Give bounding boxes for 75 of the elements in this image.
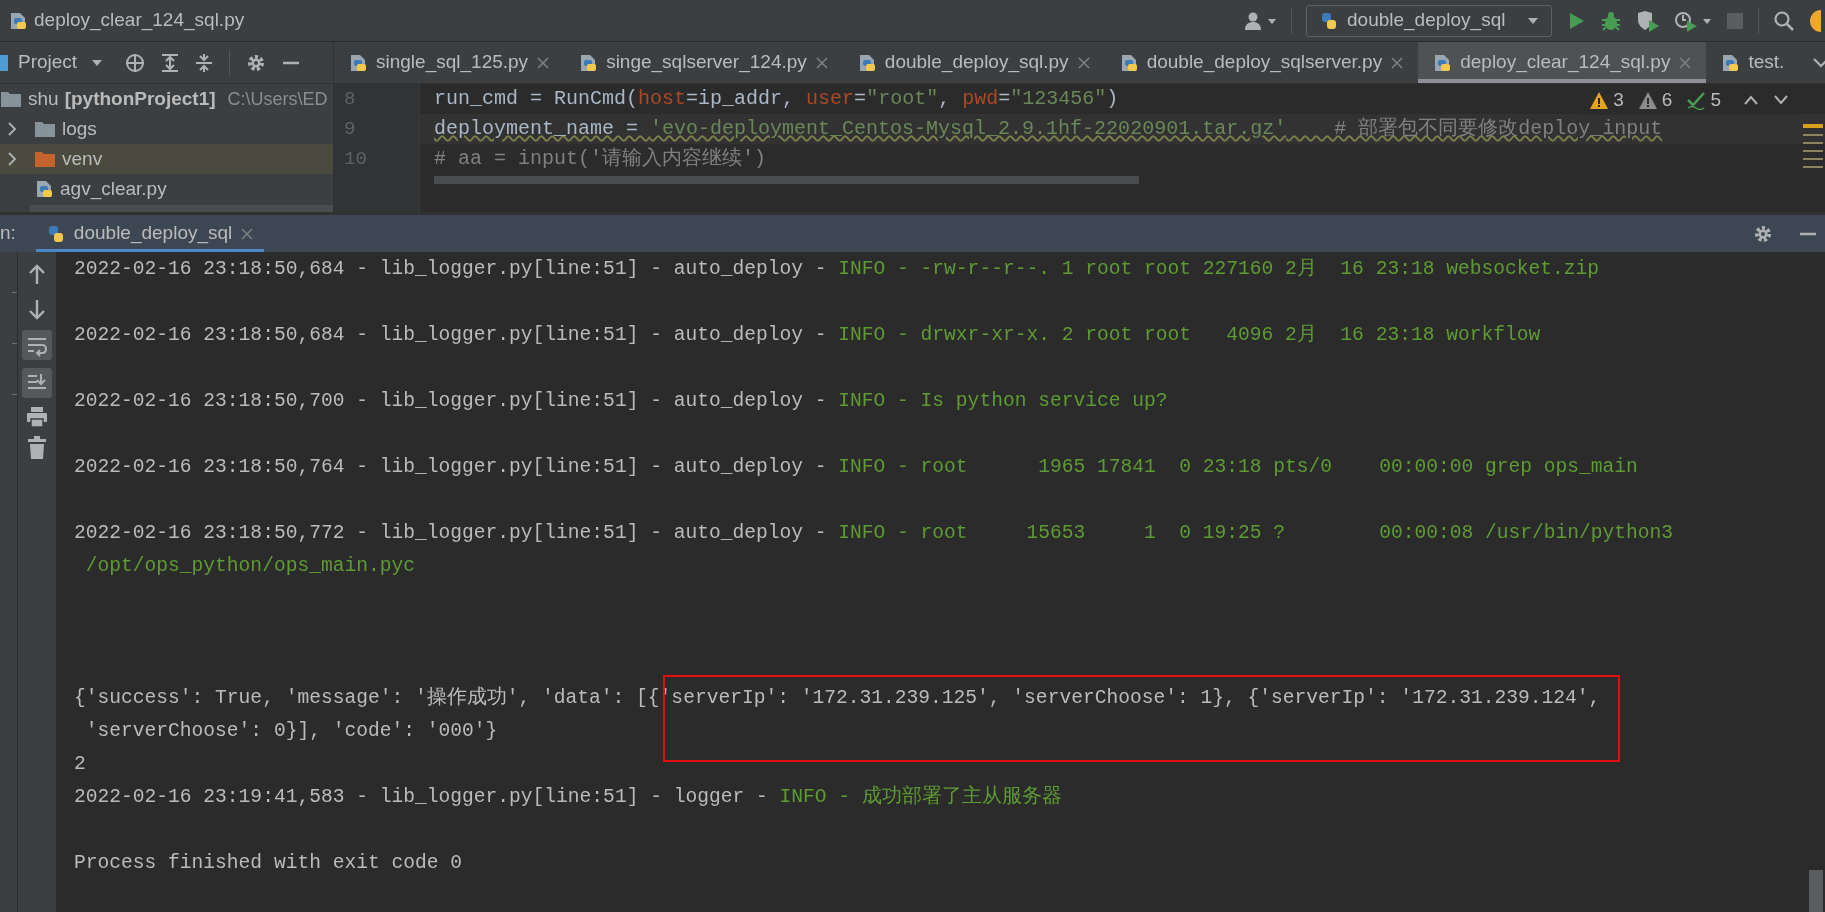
update-icon[interactable] <box>1809 8 1821 33</box>
user-icon <box>1244 10 1264 31</box>
collapse-all-icon[interactable] <box>195 52 214 73</box>
output-line: 2022-02-16 23:18:50,700 - lib_logger.py[line:51] - auto_deploy - INFO - Is python service up? <box>74 389 1168 414</box>
editor-tab[interactable]: double_deploy_sql.py <box>842 42 1105 83</box>
output-line: 2022-02-16 23:18:50,684 - lib_logger.py[line:51] - auto_deploy - INFO - -rw-r--r--. 1 root root 227160 2月 16 23:18 websocket.zip <box>74 257 1600 282</box>
typo-count: 5 <box>1710 88 1721 112</box>
editor-tab[interactable]: deploy_clear_124_sql.py <box>1418 42 1707 83</box>
python-file-icon <box>34 179 54 199</box>
output-line: Process finished with exit code 0 <box>74 851 463 876</box>
folder-icon <box>34 150 56 168</box>
editor-tab[interactable]: singe_sqlserver_124.py <box>564 42 843 83</box>
output-line: 'serverChoose': 0}], 'code': '000'} <box>84 719 498 744</box>
python-file-icon <box>8 10 28 31</box>
python-file-icon <box>348 52 368 73</box>
panel-title: n: <box>0 221 17 246</box>
output-line: 2 <box>74 752 86 777</box>
bug-icon[interactable] <box>1600 9 1622 32</box>
chevron-right-icon[interactable] <box>6 122 18 136</box>
chevron-right-icon[interactable] <box>6 152 18 166</box>
warning-icon <box>1637 90 1658 110</box>
run-tab[interactable]: double_deploy_sql <box>35 215 265 252</box>
python-icon <box>1319 10 1339 31</box>
close-icon[interactable] <box>1390 55 1405 70</box>
python-file-icon <box>578 52 599 73</box>
chevron-up-icon[interactable] <box>1743 94 1759 107</box>
printer-icon[interactable] <box>26 406 48 428</box>
tree-item[interactable]: logs <box>0 114 333 144</box>
code-line: # aa = input('请输入内容继续') <box>433 146 767 172</box>
output-line: 2022-02-16 23:18:50,772 - lib_logger.py[line:51] - auto_deploy - INFO - root 15653 1 0 19:25 ? 00:00:08 /usr/bin/python3 <box>74 521 1674 546</box>
python-file-icon <box>1720 52 1741 73</box>
profiler-button[interactable] <box>1674 9 1712 32</box>
horizontal-scrollbar[interactable] <box>30 205 333 212</box>
expand-all-icon[interactable] <box>161 52 180 73</box>
chevron-down-icon[interactable] <box>1812 56 1825 69</box>
settings-icon[interactable] <box>1753 223 1773 244</box>
run-configuration-dropdown[interactable]: double_deploy_sql <box>1306 4 1552 37</box>
code-line: run_cmd = RunCmd(host=ip_addr, user="root", pwd="123456") <box>433 86 1119 112</box>
warning-count: 3 <box>1613 88 1624 112</box>
check-icon <box>1686 90 1707 110</box>
output-line: /opt/ops_python/ops_main.pyc <box>84 554 415 579</box>
warning-icon <box>1589 90 1610 110</box>
tree-item[interactable]: venv <box>0 144 333 174</box>
error-stripe-icon <box>1803 124 1823 170</box>
soft-wrap-icon[interactable] <box>22 330 52 360</box>
clock-run-icon <box>1674 9 1698 32</box>
chevron-down-icon[interactable] <box>1773 94 1789 107</box>
scroll-to-end-icon[interactable] <box>22 368 52 398</box>
python-file-icon <box>1432 52 1453 73</box>
output-line: 2022-02-16 23:18:50,764 - lib_logger.py[line:51] - auto_deploy - INFO - root 1965 17841 0 23:18 pts/0 00:00:00 grep ops_main <box>74 455 1638 480</box>
settings-icon[interactable] <box>246 52 267 73</box>
output-line: 2022-02-16 23:19:41,583 - lib_logger.py[line:51] - logger - INFO - 成功部署了主从服务器 <box>74 784 1062 810</box>
tree-item[interactable]: agv_clear.py <box>0 174 333 204</box>
tree-item[interactable]: shu [pythonProject1] C:\Users\ED <box>0 84 333 114</box>
output-line: 2022-02-16 23:18:50,684 - lib_logger.py[line:51] - auto_deploy - INFO - drwxr-xr-x. 2 root root 4096 2月 16 23:18 workflow <box>74 323 1541 348</box>
close-icon[interactable] <box>814 55 829 70</box>
window-title: deploy_clear_124_sql.py <box>34 8 245 33</box>
editor-tab[interactable]: single_sql_125.py <box>334 42 565 83</box>
folder-icon <box>0 90 22 108</box>
trash-icon[interactable] <box>27 436 47 460</box>
project-view-dropdown[interactable]: Project <box>18 48 104 77</box>
editor-tab[interactable]: double_deploy_sqlserver.py <box>1104 42 1419 83</box>
folder-icon <box>34 120 56 138</box>
crosshair-icon[interactable] <box>125 52 146 73</box>
user-menu-button[interactable] <box>1244 10 1277 31</box>
shield-run-icon[interactable] <box>1636 9 1660 32</box>
panel-icon <box>0 53 10 72</box>
scrollbar-thumb[interactable] <box>1809 870 1823 912</box>
horizontal-scrollbar[interactable] <box>434 176 1139 184</box>
output-line: {'success': True, 'message': '操作成功', 'data': [{'serverIp': '172.31.239.125', 'serverChoose': 1}, {'serverIp': '172.31.239.124', <box>74 685 1601 711</box>
editor-tab[interactable]: test. <box>1706 42 1799 83</box>
close-icon[interactable] <box>1076 55 1091 70</box>
warning-count: 6 <box>1661 88 1673 112</box>
close-icon[interactable] <box>536 55 551 70</box>
search-icon[interactable] <box>1773 9 1795 32</box>
